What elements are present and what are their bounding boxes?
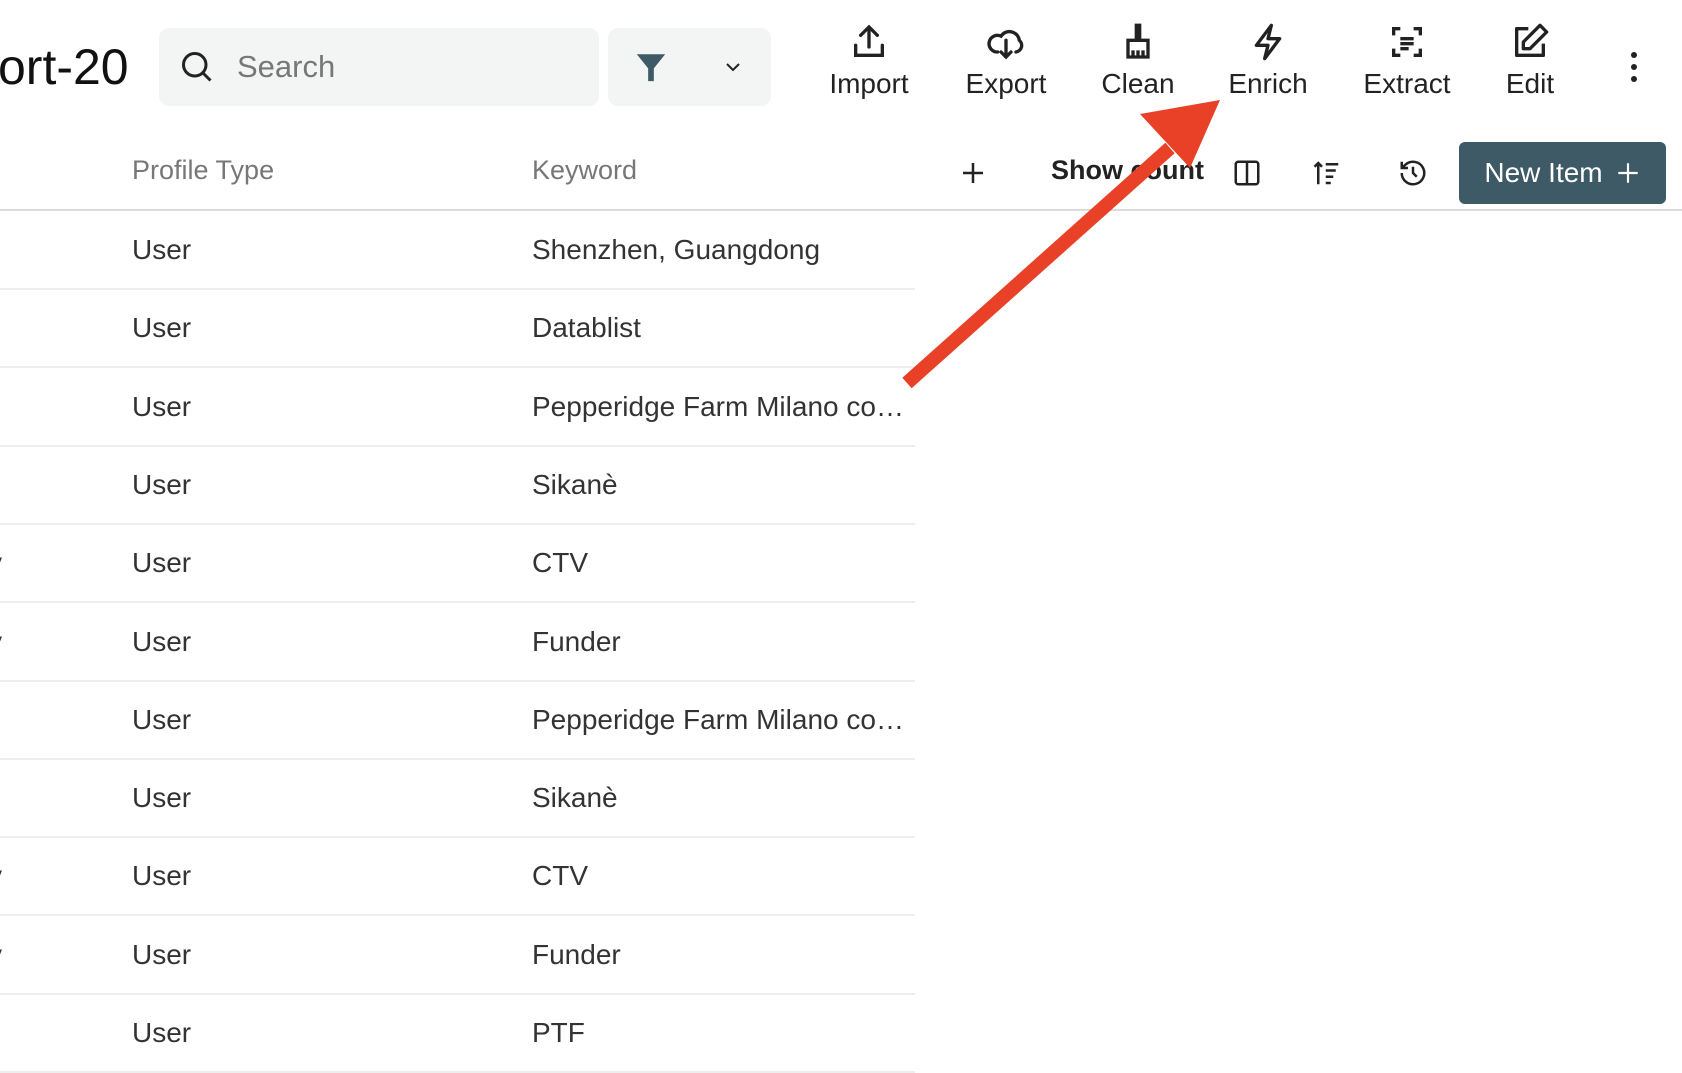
cell-keyword: Pepperidge Farm Milano co… [532,703,904,735]
import-label: Import [829,68,909,99]
edit-button[interactable]: Edit [1470,22,1590,100]
history-button[interactable] [1398,158,1428,193]
search-input[interactable] [237,49,577,85]
broom-icon [1126,23,1150,59]
plus-icon [963,163,983,183]
cell-profile-type: User [132,860,192,892]
table-row[interactable]: User Pepperidge Farm Milano co… [0,369,915,447]
search-icon [182,52,212,82]
extract-button[interactable]: Extract [1347,22,1467,100]
cell-keyword: Shenzhen, Guangdong [532,234,821,265]
export-label: Export [965,68,1047,99]
cell-profile-type: User [132,390,192,422]
cell-profile-type: User [132,782,192,814]
scan-text-icon [1392,27,1422,57]
cell-keyword: CTV [532,860,588,892]
filter-icon [637,54,666,82]
table-row[interactable]: User Sikanè [0,447,915,525]
header-divider [0,209,1682,211]
table-row[interactable]: y User Funder [0,917,915,995]
upload-icon [854,24,884,57]
cell-profile-type: User [132,1017,192,1048]
table-row[interactable]: User PTF [0,995,915,1073]
table-row[interactable]: User Datablist [0,290,915,369]
cell-profile-type: User [132,625,192,657]
chevron-down-icon [726,63,740,72]
cell-keyword: PTF [532,1017,585,1048]
cell-keyword: Funder [532,625,621,657]
cell-profile-type: User [132,234,192,265]
cell-keyword: Sikanè [532,782,618,814]
extract-label: Extract [1363,68,1451,99]
cell-lead: y [0,860,2,892]
plus-icon [1617,163,1638,183]
cell-keyword: Funder [532,938,621,970]
export-button[interactable]: Export [946,22,1066,100]
filter-button[interactable] [608,28,771,106]
kebab-icon [1631,52,1637,82]
cell-keyword: Datablist [532,312,641,344]
enrich-label: Enrich [1228,68,1308,99]
column-header-profile-type[interactable]: Profile Type [132,155,274,186]
search-box[interactable] [159,28,599,106]
history-icon [1400,160,1426,186]
page-title: ort-20 [0,39,129,95]
column-header-keyword[interactable]: Keyword [532,155,637,186]
cloud-download-icon [987,29,1024,60]
show-count-button[interactable]: Show count [1051,155,1204,186]
table-row[interactable]: y User Funder [0,604,915,682]
table-row[interactable]: y User CTV [0,525,915,604]
table-row[interactable]: User Pepperidge Farm Milano co… [0,682,915,760]
table-row[interactable]: y User CTV [0,838,915,917]
cell-keyword: CTV [532,547,588,579]
table-row[interactable]: User Shenzhen, Guangdong [0,212,915,290]
new-item-label: New Item [1484,157,1603,188]
new-item-button[interactable]: New Item [1459,142,1666,204]
table-row[interactable]: User Sikanè [0,760,915,839]
cell-profile-type: User [132,547,192,579]
columns-layout-button[interactable] [1232,158,1262,193]
enrich-button[interactable]: Enrich [1208,22,1328,100]
add-column-button[interactable] [958,158,988,193]
sort-button[interactable] [1312,158,1342,193]
cell-profile-type: User [132,312,192,344]
edit-label: Edit [1505,68,1555,99]
cell-profile-type: User [132,703,192,735]
sort-icon [1313,161,1339,185]
cell-lead: y [0,626,2,658]
import-button[interactable]: Import [809,22,929,100]
edit-icon [1515,23,1549,57]
lightning-icon [1254,23,1282,61]
clean-label: Clean [1101,68,1175,99]
cell-lead: y [0,547,2,579]
cell-profile-type: User [132,938,192,970]
clean-button[interactable]: Clean [1078,22,1198,100]
cell-profile-type: User [132,468,192,500]
cell-keyword: Pepperidge Farm Milano co… [532,390,904,422]
cell-keyword: Sikanè [532,468,618,500]
cell-lead: y [0,939,2,971]
columns-icon [1234,160,1260,186]
more-options-button[interactable] [1624,50,1644,89]
